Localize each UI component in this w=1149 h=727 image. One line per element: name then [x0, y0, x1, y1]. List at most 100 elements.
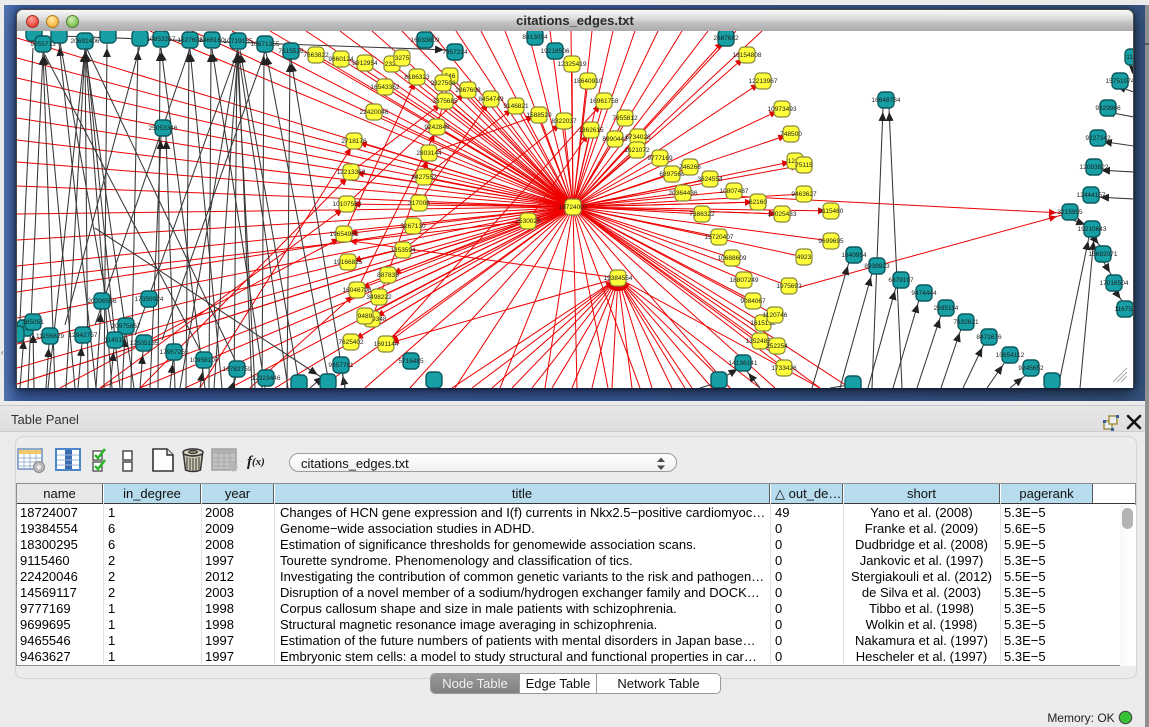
svg-text:3498222: 3498222: [366, 294, 392, 301]
svg-text:12325419: 12325419: [558, 61, 587, 68]
svg-text:20206556: 20206556: [88, 298, 117, 305]
svg-text:10853267: 10853267: [147, 36, 176, 43]
svg-text:15751074: 15751074: [1106, 78, 1133, 85]
svg-text:19218506: 19218506: [541, 48, 570, 55]
svg-text:2687682: 2687682: [713, 35, 739, 42]
svg-text:7632621: 7632621: [953, 319, 979, 326]
svg-text:9699695: 9699695: [818, 238, 844, 245]
svg-text:17016504: 17016504: [1100, 280, 1129, 287]
svg-text:8471676: 8471676: [976, 334, 1002, 341]
svg-text:8427552: 8427552: [411, 174, 437, 181]
svg-text:6879197: 6879197: [888, 277, 914, 284]
svg-text:1621072: 1621072: [624, 147, 650, 154]
svg-text:12942757: 12942757: [69, 332, 98, 339]
svg-text:746266: 746266: [679, 164, 701, 171]
svg-text:2803144: 2803144: [416, 150, 442, 157]
svg-text:8912954: 8912954: [352, 60, 378, 67]
svg-text:6734028: 6734028: [625, 134, 651, 141]
svg-text:2867608: 2867608: [455, 87, 481, 94]
svg-text:10958107: 10958107: [190, 357, 219, 364]
svg-text:9857791: 9857791: [328, 362, 354, 369]
svg-text:9242848: 9242848: [424, 124, 450, 131]
svg-text:12444157: 12444157: [1077, 192, 1106, 199]
svg-text:2935114: 2935114: [934, 305, 959, 312]
svg-text:12213967: 12213967: [749, 78, 778, 85]
svg-text:1691144: 1691144: [374, 341, 399, 348]
svg-text:75115: 75115: [795, 162, 813, 169]
svg-text:15692071: 15692071: [1089, 251, 1118, 258]
svg-text:317006: 317006: [408, 200, 430, 207]
svg-text:19166825: 19166825: [334, 259, 363, 266]
svg-text:9084067: 9084067: [740, 298, 766, 305]
svg-text:1120746: 1120746: [763, 312, 788, 319]
svg-text:2718176: 2718176: [341, 138, 367, 145]
svg-text:3267130: 3267130: [400, 223, 426, 230]
svg-text:9227342: 9227342: [1085, 135, 1111, 142]
svg-text:1112: 1112: [1126, 54, 1133, 61]
svg-text:16033809: 16033809: [411, 37, 440, 44]
svg-text:10807487: 10807487: [720, 188, 749, 195]
svg-text:20691406: 20691406: [71, 38, 100, 45]
svg-text:9474444: 9474444: [911, 290, 937, 297]
svg-text:7357234: 7357234: [442, 49, 468, 56]
svg-text:1733426: 1733426: [771, 365, 797, 372]
svg-text:6897568: 6897568: [659, 171, 685, 178]
svg-text:14136141: 14136141: [729, 360, 758, 367]
svg-text:10025433: 10025433: [768, 211, 797, 218]
svg-text:16154808: 16154808: [733, 52, 762, 59]
svg-text:8813054: 8813054: [522, 34, 548, 41]
svg-text:185051: 185051: [22, 319, 44, 326]
svg-text:10107553: 10107553: [333, 201, 362, 208]
svg-text:9489: 9489: [358, 313, 373, 320]
svg-text:5716485: 5716485: [398, 358, 424, 365]
svg-text:887833: 887833: [377, 272, 399, 279]
svg-text:252254: 252254: [766, 343, 788, 350]
svg-text:1975692: 1975692: [776, 283, 802, 290]
svg-text:2530025: 2530025: [515, 218, 541, 225]
svg-text:18724007: 18724007: [559, 204, 588, 211]
svg-text:114519: 114519: [104, 337, 126, 344]
svg-text:9327508: 9327508: [430, 80, 456, 87]
svg-text:9146821: 9146821: [503, 103, 529, 110]
svg-text:3275: 3275: [395, 55, 410, 62]
svg-text:25053346: 25053346: [149, 125, 178, 132]
svg-text:8186323: 8186323: [404, 74, 430, 81]
svg-text:12213363: 12213363: [337, 169, 366, 176]
svg-text:10719155: 10719155: [224, 38, 253, 45]
svg-text:10671355: 10671355: [251, 41, 280, 48]
svg-text:1640954: 1640954: [841, 252, 867, 259]
svg-text:11156829: 11156829: [36, 333, 64, 340]
svg-text:20975867: 20975867: [112, 323, 141, 330]
svg-text:22420046: 22420046: [360, 109, 389, 116]
svg-text:12093822: 12093822: [1080, 164, 1109, 171]
svg-text:18807249: 18807249: [730, 277, 759, 284]
svg-text:10973493: 10973493: [768, 106, 797, 113]
svg-text:6466160: 6466160: [199, 37, 225, 44]
svg-text:9245652: 9245652: [1018, 365, 1044, 372]
svg-text:9115460: 9115460: [819, 208, 844, 215]
svg-text:16961758: 16961758: [590, 98, 619, 105]
svg-text:1362615: 1362615: [578, 127, 604, 134]
svg-text:10688609: 10688609: [718, 255, 747, 262]
svg-text:8938923: 8938923: [864, 263, 890, 270]
svg-text:7955812: 7955812: [612, 115, 638, 122]
svg-text:8322037: 8322037: [551, 118, 577, 125]
svg-text:3375685: 3375685: [432, 98, 458, 105]
svg-text:12323446: 12323446: [252, 375, 281, 382]
svg-text:17359924: 17359924: [135, 296, 164, 303]
svg-text:19384554: 19384554: [604, 275, 633, 282]
svg-text:17957255: 17957255: [160, 349, 189, 356]
svg-text:62160: 62160: [749, 199, 767, 206]
svg-text:7386322: 7386322: [689, 211, 715, 218]
svg-text:10654112: 10654112: [996, 352, 1025, 359]
svg-text:19654985: 19654985: [330, 231, 359, 238]
svg-text:18640910: 18640910: [574, 78, 603, 85]
svg-text:9463627: 9463627: [791, 191, 817, 198]
svg-text:16543362: 16543362: [371, 84, 400, 91]
svg-text:12505135: 12505135: [130, 340, 159, 347]
svg-text:9777169: 9777169: [647, 155, 673, 162]
svg-text:19210643: 19210643: [1078, 226, 1107, 233]
svg-text:7515526: 7515526: [278, 48, 304, 55]
svg-text:8454749: 8454749: [478, 96, 504, 103]
svg-text:9329966: 9329966: [1095, 105, 1121, 112]
